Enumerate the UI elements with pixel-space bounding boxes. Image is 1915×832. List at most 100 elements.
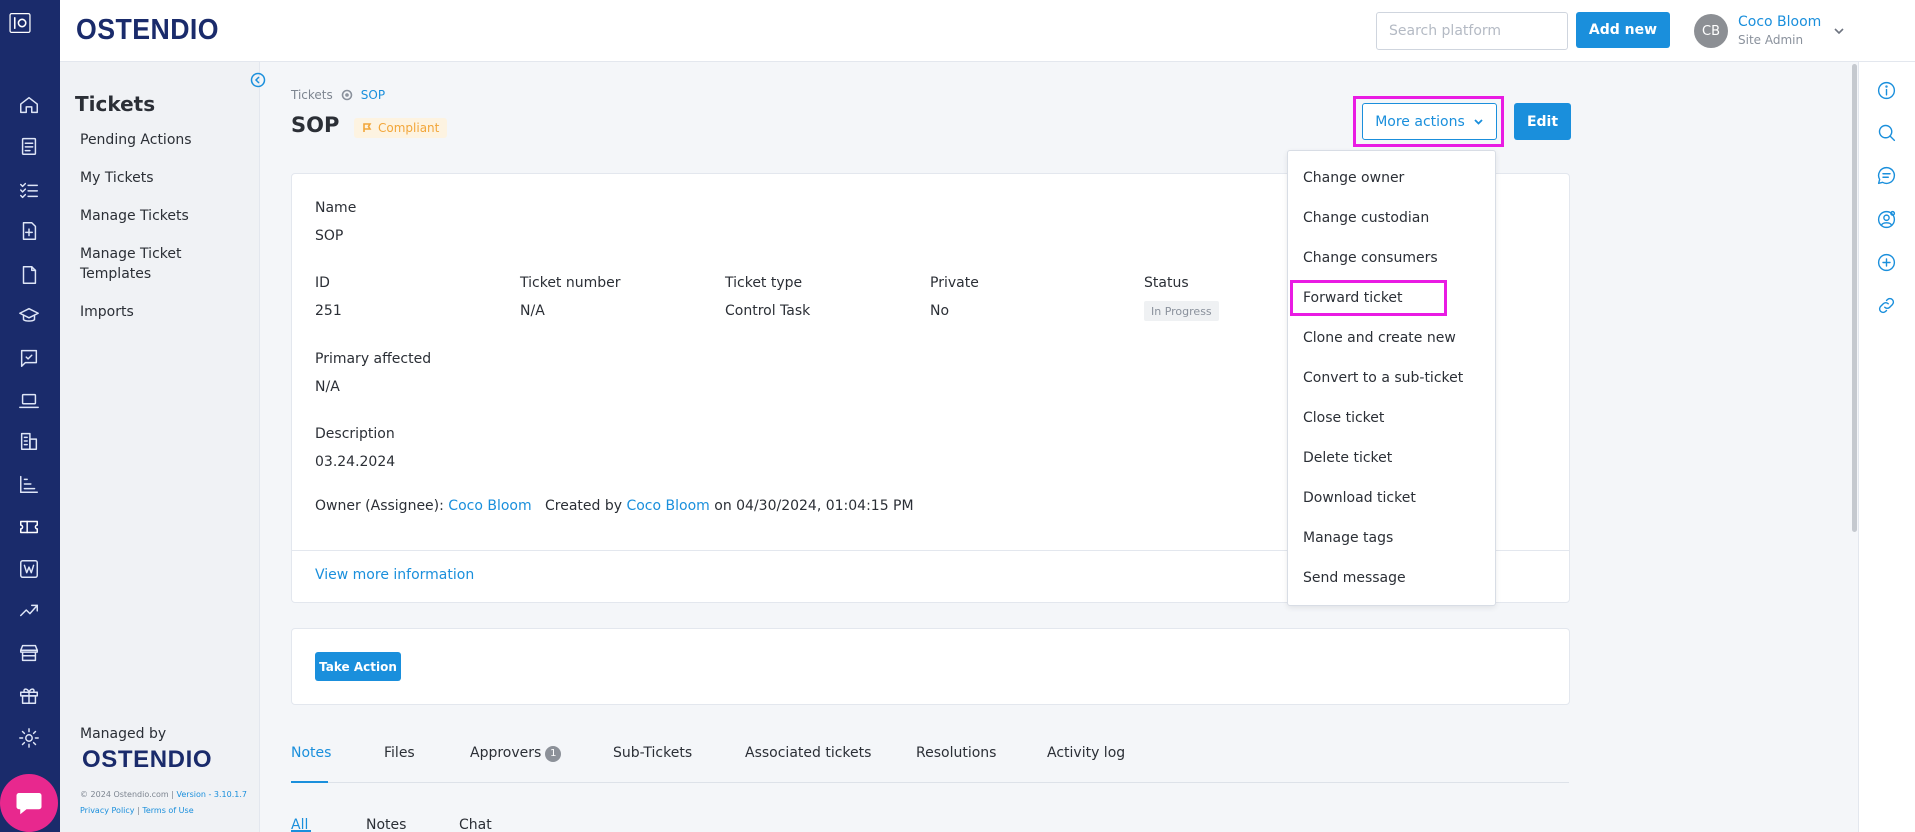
tab-sub-tickets[interactable]: Sub-Tickets (613, 745, 692, 761)
menu-item-close-ticket[interactable]: Close ticket (1303, 410, 1384, 426)
info-icon[interactable] (1874, 78, 1898, 102)
sidebar-item-my-tickets[interactable]: My Tickets (80, 168, 250, 188)
menu-item-download-ticket[interactable]: Download ticket (1303, 490, 1416, 506)
menu-item-convert-to-sub-ticket[interactable]: Convert to a sub-ticket (1303, 370, 1463, 386)
tab-associated-tickets[interactable]: Associated tickets (745, 745, 871, 761)
menu-item-change-owner[interactable]: Change owner (1303, 170, 1404, 186)
view-more-information-link[interactable]: View more information (315, 567, 474, 583)
buildings-icon[interactable] (16, 428, 42, 454)
description-label: Description (315, 426, 395, 442)
tab-files[interactable]: Files (384, 745, 415, 761)
main-nav-rail (0, 0, 60, 832)
menu-item-manage-tags[interactable]: Manage tags (1303, 530, 1393, 546)
breadcrumb-separator-icon (341, 89, 353, 101)
menu-item-clone-and-create-new[interactable]: Clone and create new (1303, 330, 1456, 346)
privacy-policy-link[interactable]: Privacy Policy (80, 806, 135, 815)
status-pill: In Progress (1144, 301, 1219, 321)
sidebar-item-pending-actions[interactable]: Pending Actions (80, 130, 250, 150)
plus-circle-icon[interactable] (1874, 250, 1898, 274)
take-action-button[interactable]: Take Action (315, 652, 401, 681)
sidebar-item-imports[interactable]: Imports (80, 302, 250, 322)
feedback-icon[interactable] (16, 345, 42, 371)
name-value: SOP (315, 228, 344, 244)
take-action-card (291, 628, 1570, 705)
tickets-sidebar: Tickets Pending Actions My Tickets Manag… (60, 62, 266, 832)
primary-affected-label: Primary affected (315, 351, 432, 367)
chevron-down-icon[interactable] (1832, 24, 1846, 38)
active-tab-indicator (291, 781, 328, 783)
chat-widget-button[interactable] (0, 774, 58, 832)
avatar[interactable]: CB (1694, 14, 1728, 48)
sidebar-item-manage-tickets[interactable]: Manage Tickets (80, 206, 250, 226)
subtab-chat[interactable]: Chat (459, 817, 492, 832)
footer-links: Privacy Policy | Terms of Use (80, 806, 194, 815)
name-label: Name (315, 200, 357, 216)
page-scrollbar[interactable] (1852, 64, 1857, 532)
breadcrumb-tickets[interactable]: Tickets (291, 88, 333, 102)
link-icon[interactable] (1874, 293, 1898, 317)
chat-bubble-icon (16, 793, 42, 815)
private-label: Private (930, 275, 979, 291)
tab-approvers[interactable]: Approvers 1 (470, 745, 562, 762)
status-badge: Compliant (354, 118, 448, 138)
ticket-icon[interactable] (16, 514, 42, 540)
graduation-cap-icon[interactable] (16, 303, 42, 329)
add-new-button[interactable]: Add new (1576, 12, 1670, 48)
edit-button[interactable]: Edit (1514, 103, 1571, 140)
menu-item-send-message[interactable]: Send message (1303, 570, 1406, 586)
tab-baseline (291, 782, 1569, 783)
approvers-count-badge: 1 (545, 745, 562, 762)
brand-logo[interactable]: OSTENDIO (76, 14, 219, 47)
more-actions-button[interactable]: More actions (1362, 103, 1497, 140)
menu-item-change-custodian[interactable]: Change custodian (1303, 210, 1429, 226)
user-settings-icon[interactable] (1874, 207, 1898, 231)
version-link[interactable]: Version - 3.10.1.7 (177, 790, 247, 799)
wiki-icon[interactable] (16, 556, 42, 582)
managed-by-label: Managed by (80, 726, 167, 742)
primary-affected-value: N/A (315, 379, 340, 395)
ticket-type-label: Ticket type (725, 275, 803, 291)
menu-item-change-consumers[interactable]: Change consumers (1303, 250, 1438, 266)
clipboard-icon[interactable] (16, 133, 42, 159)
document-icon[interactable] (16, 262, 42, 288)
user-name[interactable]: Coco Bloom (1738, 14, 1821, 30)
page-title: SOP (291, 113, 340, 137)
ticket-type-value: Control Task (725, 303, 811, 319)
settings-icon[interactable] (16, 725, 42, 751)
laptop-icon[interactable] (16, 388, 42, 414)
id-label: ID (315, 275, 330, 291)
home-icon[interactable] (16, 92, 42, 118)
search-input[interactable] (1376, 12, 1568, 50)
store-icon[interactable] (16, 640, 42, 666)
comment-icon[interactable] (1874, 163, 1898, 187)
file-plus-icon[interactable] (16, 218, 42, 244)
forward-ticket-highlight (1290, 280, 1447, 316)
menu-item-delete-ticket[interactable]: Delete ticket (1303, 450, 1392, 466)
sidebar-item-manage-ticket-templates[interactable]: Manage Ticket Templates (80, 244, 190, 284)
description-value: 03.24.2024 (315, 454, 396, 470)
terms-of-use-link[interactable]: Terms of Use (142, 806, 193, 815)
ticket-number-value: N/A (520, 303, 545, 319)
collapse-sidebar-icon[interactable] (250, 72, 266, 88)
ostendio-logo-icon[interactable] (9, 12, 51, 52)
breadcrumb: Tickets SOP (291, 88, 385, 102)
created-by-link[interactable]: Coco Bloom (626, 498, 709, 514)
tab-notes[interactable]: Notes (291, 745, 331, 761)
owner-line: Owner (Assignee): Coco Bloom Created by … (315, 498, 914, 514)
chevron-down-icon (1474, 119, 1483, 125)
search-icon[interactable] (1874, 120, 1898, 144)
status-label: Status (1144, 275, 1189, 291)
owner-link[interactable]: Coco Bloom (448, 498, 531, 514)
gift-icon[interactable] (16, 682, 42, 708)
tab-activity-log[interactable]: Activity log (1047, 745, 1125, 761)
managed-by-logo: OSTENDIO (82, 746, 213, 773)
subtab-notes[interactable]: Notes (366, 817, 406, 832)
checklist-icon[interactable] (16, 177, 42, 203)
bar-chart-icon[interactable] (16, 471, 42, 497)
ticket-number-label: Ticket number (520, 275, 621, 291)
breadcrumb-current[interactable]: SOP (361, 88, 385, 102)
private-value: No (930, 303, 950, 319)
tab-resolutions[interactable]: Resolutions (916, 745, 996, 761)
footer-copyright: © 2024 Ostendio.com | Version - 3.10.1.7 (80, 790, 247, 799)
trend-icon[interactable] (16, 597, 42, 623)
